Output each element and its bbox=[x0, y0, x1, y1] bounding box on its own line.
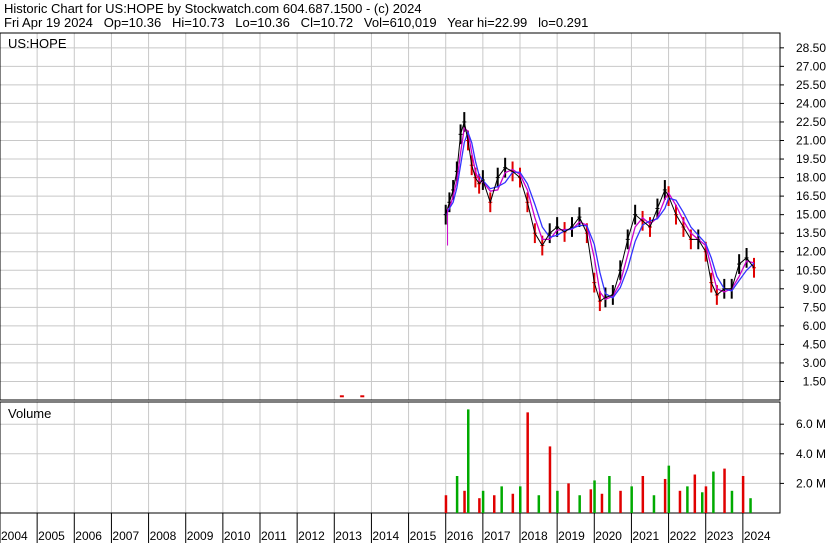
year-tick-label: 2012 bbox=[298, 529, 325, 543]
volume-bar bbox=[630, 486, 633, 513]
price-series bbox=[339, 112, 756, 398]
volume-bar bbox=[493, 495, 496, 513]
grid bbox=[0, 33, 780, 513]
year-tick-label: 2011 bbox=[261, 529, 287, 543]
volume-tick-label: 6.0 M bbox=[796, 417, 826, 431]
year-tick-label: 2006 bbox=[75, 529, 102, 543]
year-tick-label: 2024 bbox=[744, 529, 771, 543]
year-tick-label: 2013 bbox=[335, 529, 362, 543]
price-tick-label: 9.00 bbox=[803, 282, 827, 296]
volume-bar bbox=[667, 465, 671, 513]
volume-bar bbox=[741, 476, 745, 513]
volume-tick-label: 2.0 M bbox=[796, 476, 826, 490]
price-tick-label: 4.50 bbox=[803, 337, 827, 351]
volume-bar bbox=[481, 490, 485, 513]
price-panel-title: US:HOPE bbox=[8, 36, 67, 51]
price-tick-label: 10.50 bbox=[796, 263, 826, 277]
price-tick-label: 3.00 bbox=[803, 356, 827, 370]
year-tick-label: 2004 bbox=[1, 529, 28, 543]
volume-bar bbox=[556, 490, 559, 513]
year-tick-label: 2022 bbox=[670, 529, 697, 543]
year-tick-label: 2016 bbox=[447, 529, 474, 543]
year-tick-label: 2007 bbox=[112, 529, 139, 543]
volume-bar bbox=[600, 493, 604, 513]
price-tick-label: 27.00 bbox=[796, 59, 826, 73]
volume-bar bbox=[749, 498, 752, 513]
price-tick-label: 7.50 bbox=[803, 300, 827, 314]
volume-panel-frame bbox=[0, 401, 781, 514]
price-tick-label: 19.50 bbox=[796, 152, 826, 166]
volume-bar bbox=[578, 495, 581, 513]
volume-bar bbox=[463, 490, 466, 513]
volume-bar bbox=[519, 486, 522, 513]
volume-axis: 6.0 M 4.0 M 2.0 M bbox=[780, 417, 826, 490]
volume-bar bbox=[693, 474, 697, 513]
volume-bar bbox=[723, 468, 726, 513]
year-tick-label: 2008 bbox=[150, 529, 177, 543]
price-tick-label: 18.00 bbox=[796, 171, 826, 185]
volume-bar bbox=[678, 490, 682, 513]
volume-bar bbox=[712, 471, 715, 513]
volume-bar bbox=[500, 486, 503, 513]
year-tick-label: 2023 bbox=[707, 529, 734, 543]
volume-bar bbox=[537, 495, 541, 513]
year-tick-label: 2005 bbox=[38, 529, 65, 543]
price-tick-label: 21.00 bbox=[796, 134, 826, 148]
volume-bar bbox=[663, 478, 667, 513]
volume-bar bbox=[548, 446, 552, 513]
volume-bar bbox=[526, 412, 529, 513]
year-tick-label: 2017 bbox=[484, 529, 511, 543]
stock-chart: US:HOPE Volume 28.50 27.00 25.50 24.00 22.50… bbox=[0, 32, 827, 543]
price-tick-label: 28.50 bbox=[796, 41, 826, 55]
volume-bar bbox=[704, 486, 708, 513]
volume-bar bbox=[730, 490, 734, 513]
volume-bar bbox=[701, 492, 704, 513]
year-tick-label: 2018 bbox=[521, 529, 548, 543]
year-tick-label: 2009 bbox=[187, 529, 214, 543]
volume-bar bbox=[511, 493, 515, 513]
price-tick-label: 24.00 bbox=[796, 96, 826, 110]
volume-panel-title: Volume bbox=[8, 406, 51, 421]
price-tick-label: 16.50 bbox=[796, 189, 826, 203]
price-mark bbox=[339, 395, 344, 398]
price-panel-frame bbox=[0, 32, 781, 401]
volume-bar bbox=[608, 476, 611, 513]
volume-bar bbox=[641, 476, 645, 513]
volume-bar bbox=[455, 476, 459, 513]
price-tick-label: 25.50 bbox=[796, 78, 826, 92]
year-tick-label: 2021 bbox=[632, 529, 659, 543]
volume-bar bbox=[619, 490, 622, 513]
year-tick-label: 2020 bbox=[595, 529, 622, 543]
chart-window: Historic Chart for US:HOPE by Stockwatch… bbox=[0, 0, 830, 543]
volume-bar bbox=[567, 483, 570, 513]
volume-bar bbox=[652, 495, 656, 513]
volume-bar bbox=[478, 498, 481, 513]
price-tick-label: 12.00 bbox=[796, 245, 826, 259]
year-axis: 2004 2005 2006 2007 2008 2009 2010 2011 2012 2013… bbox=[0, 513, 771, 543]
price-tick-label: 22.50 bbox=[796, 115, 826, 129]
volume-bar bbox=[686, 486, 689, 513]
price-tick-label: 13.50 bbox=[796, 226, 826, 240]
price-mark bbox=[360, 395, 365, 398]
price-tick-label: 15.00 bbox=[796, 208, 826, 222]
price-axis: 28.50 27.00 25.50 24.00 22.50 21.00 19.50 18.00… bbox=[780, 41, 827, 388]
volume-bar bbox=[467, 409, 470, 513]
volume-bar bbox=[593, 480, 596, 513]
price-tick-label: 6.00 bbox=[803, 319, 827, 333]
year-tick-label: 2019 bbox=[558, 529, 585, 543]
year-tick-label: 2015 bbox=[410, 529, 437, 543]
volume-bar bbox=[589, 489, 593, 513]
price-tick-label: 1.50 bbox=[803, 374, 827, 388]
volume-bar bbox=[444, 495, 448, 513]
volume-tick-label: 4.0 M bbox=[796, 447, 826, 461]
year-tick-label: 2014 bbox=[372, 529, 399, 543]
year-tick-label: 2010 bbox=[224, 529, 251, 543]
